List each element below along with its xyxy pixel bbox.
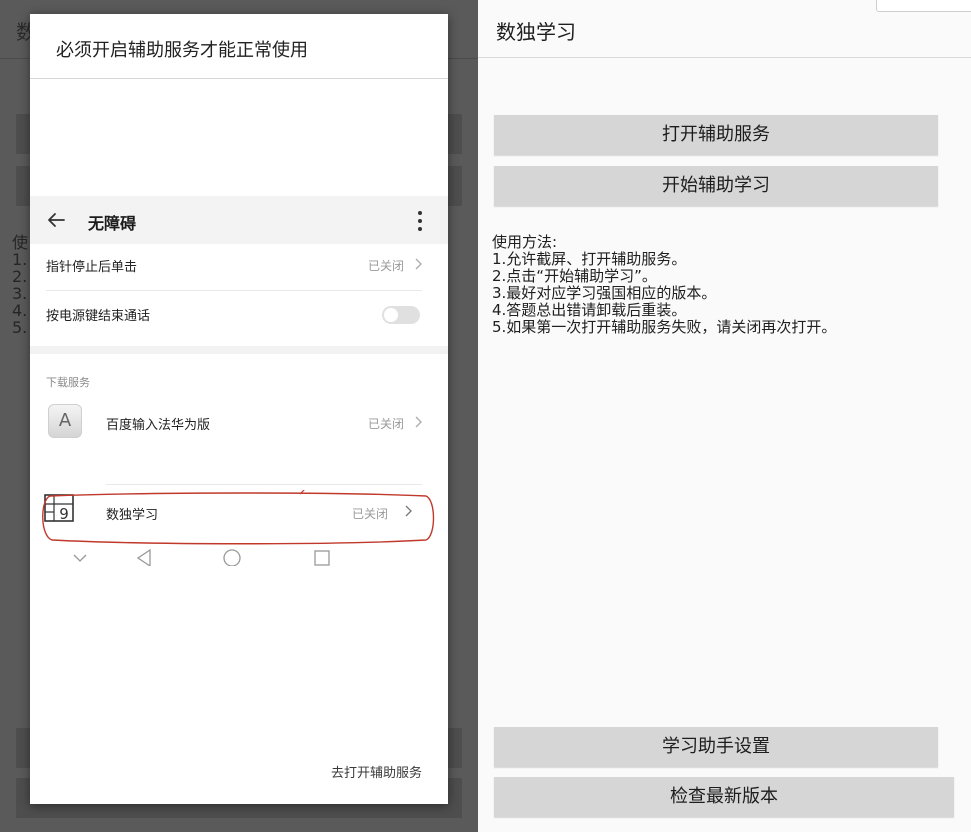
- usage-line: 2.点击“开始辅助学习”。: [492, 267, 657, 285]
- usage-instructions: 使用方法: 1.允许截屏、打开辅助服务。 2.点击“开始辅助学习”。 3.最好对…: [492, 234, 836, 336]
- more-vert-icon: [418, 211, 422, 231]
- open-service-button[interactable]: 打开辅助服务: [494, 115, 938, 155]
- usage-line: 3.最好对应学习强国相应的版本。: [492, 284, 717, 302]
- check-update-button[interactable]: 检查最新版本: [494, 777, 954, 817]
- settings-header: 无障碍: [30, 196, 448, 244]
- home-circle-icon: [223, 549, 241, 566]
- usage-line: 5.如果第一次打开辅助服务失败，请关闭再次打开。: [492, 318, 837, 336]
- recents-square-icon: [314, 550, 330, 566]
- accessibility-dialog: 必须开启辅助服务才能正常使用 无障碍 指针停止后单击 已关闭 按电源键结束通话: [30, 14, 448, 804]
- power-key-toggle: [382, 306, 420, 324]
- assistant-settings-button[interactable]: 学习助手设置: [494, 727, 938, 767]
- usage-line: 1.允许截屏、打开辅助服务。: [492, 250, 687, 268]
- section-gap: [30, 346, 448, 354]
- status-closed: 已关闭: [368, 417, 405, 431]
- back-arrow-icon: [48, 213, 65, 227]
- app-screen: 数独学习 打开辅助服务 开始辅助学习 使用方法: 1.允许截屏、打开辅助服务。 …: [478, 0, 971, 832]
- go-open-service-button[interactable]: 去打开辅助服务: [331, 762, 422, 781]
- popup-edge: [876, 0, 971, 12]
- usage-line: 4.答题总出错请卸载后重装。: [492, 301, 687, 319]
- highlight-ring: [42, 490, 435, 545]
- downloaded-services-label: 下载服务: [46, 376, 90, 389]
- status-closed: 已关闭: [368, 259, 405, 273]
- chevron-right-icon: [415, 416, 422, 428]
- back-triangle-icon: [136, 548, 151, 566]
- title-divider: [478, 57, 971, 58]
- app-title: 数独学习: [496, 20, 576, 44]
- dimmed-app-background: 数 使 1. 2. 3. 4. 5. 必须开启辅助服务才能正常使用 无障碍 指针…: [0, 0, 478, 832]
- dialog-title: 必须开启辅助服务才能正常使用: [56, 40, 308, 61]
- usage-heading: 使用方法:: [492, 233, 558, 251]
- chevron-right-icon: [415, 258, 422, 270]
- start-learning-button[interactable]: 开始辅助学习: [494, 166, 938, 206]
- row-divider: [106, 484, 422, 485]
- dialog-divider: [30, 78, 448, 79]
- setting-row-dwell-click: 指针停止后单击 已关闭: [30, 244, 448, 290]
- accessibility-settings-screenshot: 无障碍 指针停止后单击 已关闭 按电源键结束通话 下载服务 A 百度输入法华为版…: [30, 196, 448, 566]
- background-help-text: 使 1. 2. 3. 4. 5.: [12, 233, 29, 337]
- chevron-down-icon: [73, 554, 87, 562]
- android-nav-bar: [30, 546, 448, 566]
- settings-header-title: 无障碍: [88, 214, 137, 233]
- service-row-baidu: 百度输入法华为版 已关闭: [30, 400, 448, 446]
